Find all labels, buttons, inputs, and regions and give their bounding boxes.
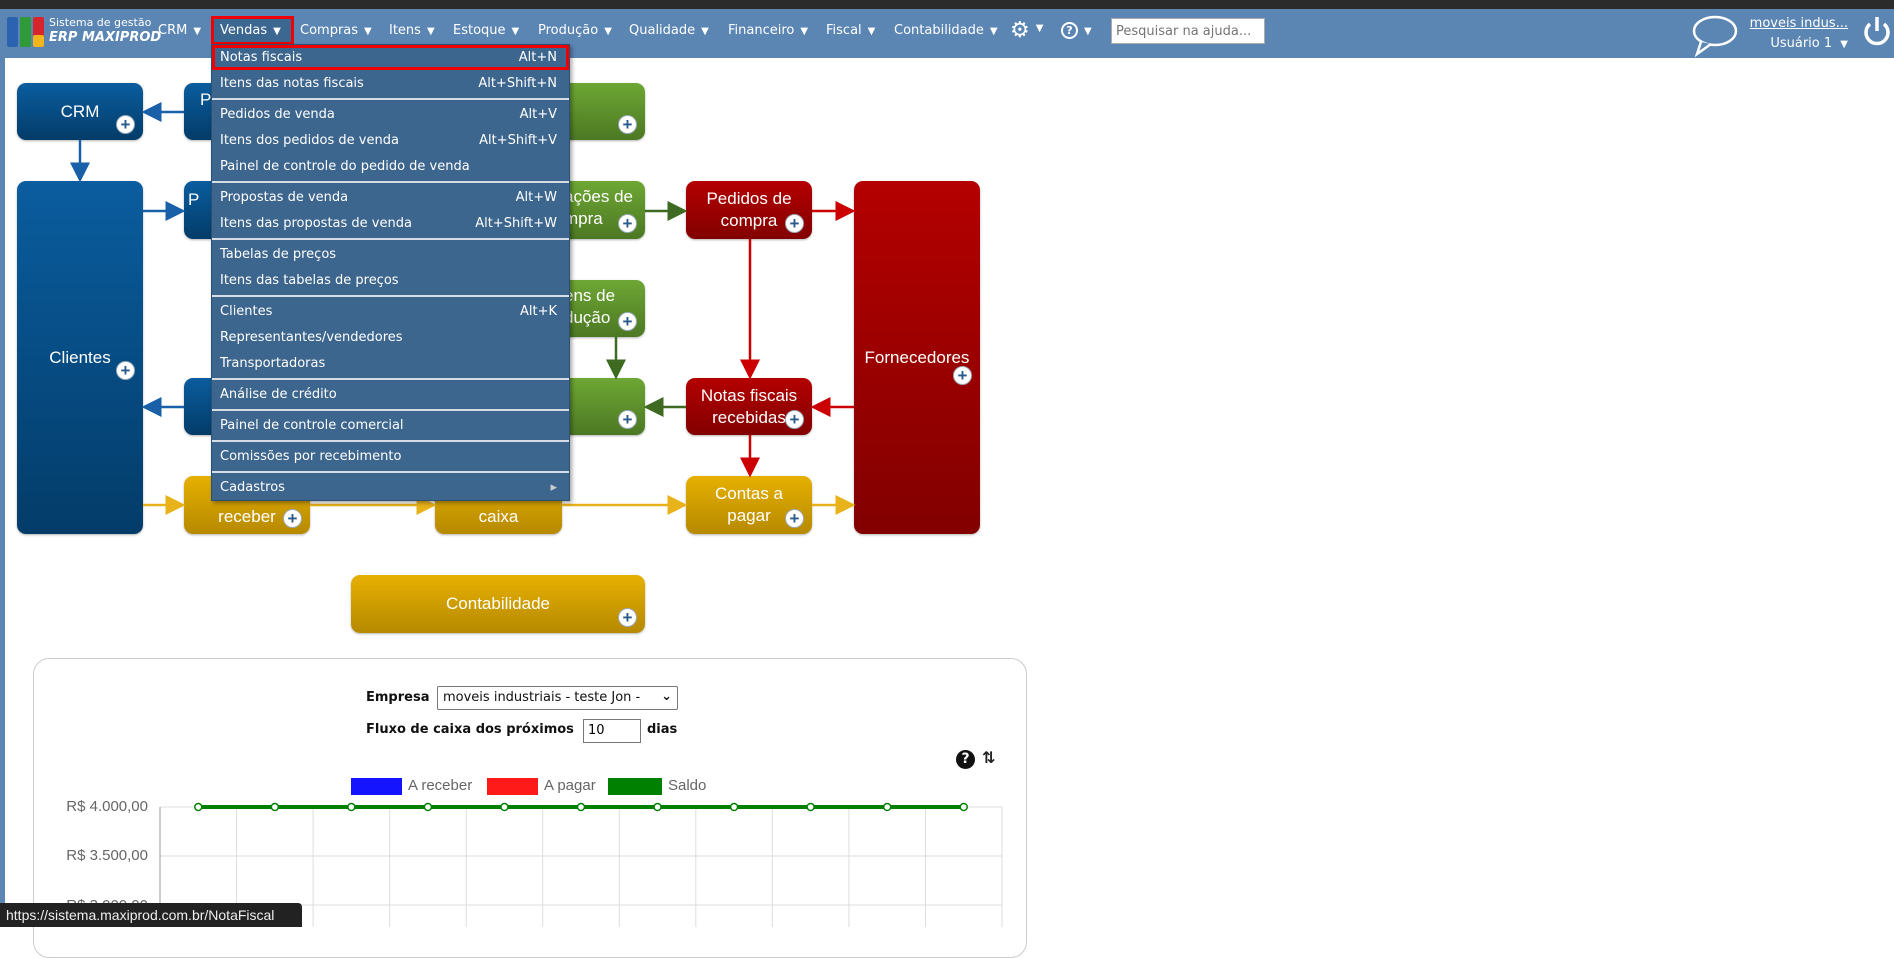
menu-item-shortcut: Alt+Shift+W	[475, 215, 557, 231]
menu-item[interactable]: Pedidos de venda Alt+V	[212, 101, 569, 127]
menu-item-label: Análise de crédito	[220, 386, 337, 402]
menu-item[interactable]: Propostas de venda Alt+W	[212, 184, 569, 210]
menu-separator	[212, 440, 569, 442]
menu-item-label: Comissões por recebimento	[220, 448, 402, 464]
menu-item-label: Itens das tabelas de preços	[220, 272, 399, 288]
menu-item[interactable]: Itens dos pedidos de venda Alt+Shift+V	[212, 127, 569, 153]
data-point[interactable]	[500, 802, 509, 812]
menu-item[interactable]: Itens das tabelas de preços	[212, 267, 569, 293]
power-icon[interactable]	[1862, 15, 1892, 49]
menu-item[interactable]: Cadastros ▸	[212, 474, 569, 500]
menu-separator	[212, 471, 569, 473]
data-point[interactable]	[882, 802, 892, 812]
help-circle-icon: ?	[1061, 22, 1078, 39]
menu-item[interactable]: Análise de crédito	[212, 381, 569, 407]
caret-down-icon: ▼	[1084, 26, 1092, 37]
menu-item-label: Pedidos de venda	[220, 106, 335, 122]
menu-separator	[212, 378, 569, 380]
menu-item-label: Itens dos pedidos de venda	[220, 132, 399, 148]
menu-separator	[212, 238, 569, 240]
data-point[interactable]	[806, 802, 815, 812]
menu-item[interactable]: Transportadoras	[212, 350, 569, 376]
menu-item-label: Painel de controle do pedido de venda	[220, 158, 470, 174]
user-name: Usuário 1	[1770, 36, 1833, 51]
menu-item-shortcut: Alt+K	[519, 303, 557, 319]
menu-item-label: Tabelas de preços	[220, 246, 337, 262]
caret-down-icon: ▼	[1840, 39, 1848, 50]
menu-item-label: Transportadoras	[220, 355, 326, 371]
vendas-dropdown-menu: Notas fiscais Alt+N Itens das notas fiscai…	[211, 44, 570, 501]
help-search-input[interactable]	[1111, 18, 1265, 44]
data-point[interactable]	[194, 802, 203, 812]
menu-item-label: Propostas de venda	[220, 189, 349, 205]
data-point[interactable]	[729, 802, 739, 812]
menu-separator	[212, 98, 569, 100]
data-point[interactable]	[423, 802, 433, 812]
menu-item[interactable]: Itens das propostas de venda Alt+Shift+W	[212, 210, 569, 236]
chat-icon[interactable]	[1689, 13, 1741, 57]
data-point[interactable]	[653, 802, 662, 812]
menu-separator	[212, 409, 569, 411]
help-menu[interactable]: ? ▼	[1061, 22, 1092, 39]
menu-separator	[212, 181, 569, 183]
menu-item-label: Itens das propostas de venda	[220, 215, 412, 231]
menu-item[interactable]: Tabelas de preços	[212, 241, 569, 267]
menu-item[interactable]: Clientes Alt+K	[212, 298, 569, 324]
company-link[interactable]: moveis indus...	[1750, 16, 1848, 31]
menu-item[interactable]: Representantes/vendedores	[212, 324, 569, 350]
menu-item-shortcut: Alt+N	[518, 50, 557, 65]
submenu-arrow-icon: ▸	[550, 479, 557, 495]
menu-item-shortcut: Alt+V	[519, 106, 557, 122]
data-point[interactable]	[347, 802, 356, 812]
menu-item-label: Itens das notas fiscais	[220, 75, 364, 91]
menu-item-label: Cadastros	[220, 479, 285, 495]
status-bar-url: https://sistema.maxiprod.com.br/NotaFisc…	[0, 903, 302, 927]
caret-down-icon: ▼	[1035, 23, 1044, 34]
menu-item-label: Notas fiscais	[220, 50, 303, 65]
menu-item-label: Clientes	[220, 303, 273, 319]
data-point[interactable]	[270, 802, 280, 812]
menu-item-shortcut: Alt+W	[515, 189, 557, 205]
menu-item[interactable]: Notas fiscais Alt+N	[212, 45, 569, 70]
menu-item[interactable]: Comissões por recebimento	[212, 443, 569, 469]
data-point[interactable]	[576, 802, 586, 812]
menu-item-shortcut: Alt+Shift+V	[479, 132, 557, 148]
menu-item[interactable]: Painel de controle do pedido de venda	[212, 153, 569, 179]
data-point[interactable]	[959, 802, 968, 812]
user-area: moveis indus... Usuário 1 ▼	[1750, 14, 1848, 55]
menu-item-shortcut: Alt+Shift+N	[478, 75, 557, 91]
menu-separator	[212, 295, 569, 297]
menu-item-label: Painel de controle comercial	[220, 417, 404, 433]
menu-item[interactable]: Itens das notas fiscais Alt+Shift+N	[212, 70, 569, 96]
menu-item-label: Representantes/vendedores	[220, 329, 403, 345]
user-menu[interactable]: Usuário 1 ▼	[1770, 36, 1848, 51]
menu-item[interactable]: Painel de controle comercial	[212, 412, 569, 438]
